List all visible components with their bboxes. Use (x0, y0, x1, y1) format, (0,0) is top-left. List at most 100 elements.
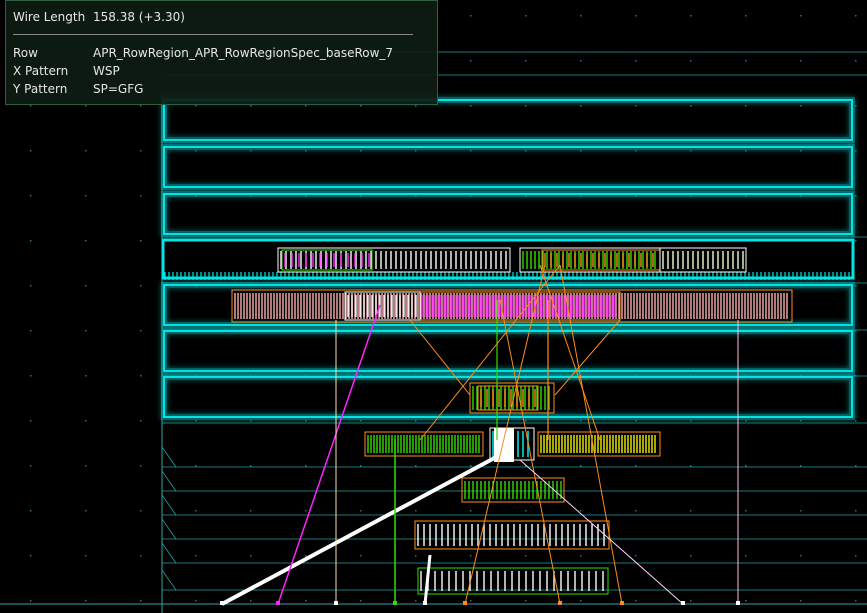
grid-dot (690, 555, 692, 557)
x-pattern-label: X Pattern (13, 64, 69, 78)
grid-dot (250, 600, 252, 602)
info-panel: Wire Length 158.38 (+3.30) Row APR_RowRegi… (5, 0, 438, 105)
grid-dot (30, 375, 32, 377)
grid-dot (525, 15, 527, 17)
grid-dot (250, 465, 252, 467)
flyline (221, 453, 501, 606)
grid-dot (30, 195, 32, 197)
grid-dot (140, 195, 142, 197)
grid-dot (195, 465, 197, 467)
grid-dot (470, 420, 472, 422)
panel-divider (13, 34, 413, 35)
grid-dot (855, 195, 857, 197)
grid-dot (855, 465, 857, 467)
grid-dot (470, 510, 472, 512)
grid-dot (470, 60, 472, 62)
grid-dot (690, 465, 692, 467)
grid-dot (305, 510, 307, 512)
grid-dot (305, 150, 307, 152)
grid-dot (855, 600, 857, 602)
grid-dot (415, 150, 417, 152)
grid-dot (30, 465, 32, 467)
grid-dot (305, 555, 307, 557)
grid-dot (800, 150, 802, 152)
grid-dot (195, 600, 197, 602)
io-pin (463, 601, 467, 605)
grid-dot (580, 60, 582, 62)
grid-dot (195, 555, 197, 557)
grid-dot (195, 150, 197, 152)
placement-row (163, 99, 853, 141)
grid-dot (690, 60, 692, 62)
grid-dot (195, 105, 197, 107)
grid-dot (250, 555, 252, 557)
y-pattern-value: SP=GFG (93, 82, 144, 96)
grid-dot (30, 285, 32, 287)
grid-dot (140, 600, 142, 602)
grid-dot (30, 330, 32, 332)
placement-row (163, 146, 853, 188)
grid-dot (140, 555, 142, 557)
grid-dot (360, 555, 362, 557)
grid-dot (855, 555, 857, 557)
grid-dot (360, 150, 362, 152)
grid-dot (140, 465, 142, 467)
grid-dot (855, 150, 857, 152)
grid-dot (635, 510, 637, 512)
grid-dot (745, 150, 747, 152)
flyline (419, 264, 561, 441)
grid-dot (140, 105, 142, 107)
cell-instances[interactable] (231, 247, 793, 595)
grid-dot (470, 150, 472, 152)
grid-dot (690, 105, 692, 107)
grid-dot (30, 105, 32, 107)
grid-dot (30, 240, 32, 242)
wire-length-value: 158.38 (+3.30) (93, 10, 185, 24)
wire-length-label: Wire Length (13, 10, 86, 24)
grid-dot (85, 195, 87, 197)
grid-dot (30, 510, 32, 512)
grid-dot (635, 600, 637, 602)
grid-dot (635, 15, 637, 17)
track-jog (161, 569, 177, 591)
placement-row-glow (161, 328, 855, 374)
grid-dot (580, 465, 582, 467)
grid-dot (305, 420, 307, 422)
grid-dot (525, 105, 527, 107)
grid-dot (580, 420, 582, 422)
io-pin (393, 601, 397, 605)
y-pattern-label: Y Pattern (13, 82, 68, 96)
grid-dot (360, 600, 362, 602)
grid-dot (525, 420, 527, 422)
io-pin (220, 601, 224, 605)
placement-row-glow (161, 191, 855, 237)
grid-dot (800, 420, 802, 422)
grid-dot (635, 150, 637, 152)
flyline (539, 264, 601, 441)
grid-dot (140, 240, 142, 242)
grid-dot (85, 600, 87, 602)
grid-dot (800, 465, 802, 467)
track-jog (161, 446, 177, 468)
grid-dot (470, 600, 472, 602)
x-pattern-value: WSP (93, 64, 120, 78)
track-jog (161, 470, 177, 492)
grid-dot (800, 510, 802, 512)
grid-dot (415, 105, 417, 107)
placement-row (163, 330, 853, 372)
grid-dot (30, 150, 32, 152)
placement-rows[interactable] (161, 97, 855, 420)
grid-dot (745, 555, 747, 557)
grid-dot (525, 150, 527, 152)
grid-dot (360, 105, 362, 107)
grid-dot (745, 105, 747, 107)
io-pin (558, 601, 562, 605)
grid-dot (580, 150, 582, 152)
grid-dot (690, 600, 692, 602)
grid-dot (305, 600, 307, 602)
selected-row[interactable] (161, 238, 855, 280)
grid-dot (525, 60, 527, 62)
grid-dot (85, 285, 87, 287)
grid-dot (305, 465, 307, 467)
grid-dot (305, 105, 307, 107)
